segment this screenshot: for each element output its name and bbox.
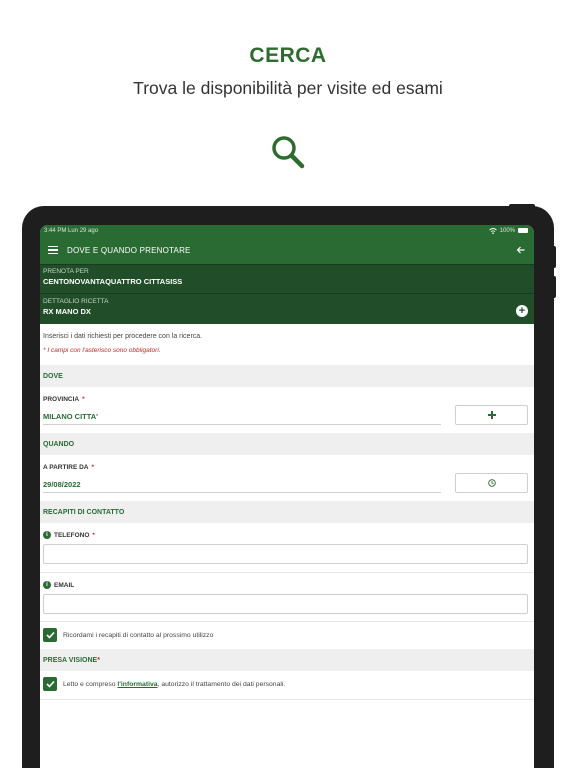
info-icon[interactable]: i [43,531,51,539]
privacy-policy-link[interactable]: l'informativa [117,681,157,688]
checkmark-icon [45,680,55,688]
section-when: QUANDO [40,433,534,455]
phone-label-text: TELEFONO [54,531,90,539]
search-icon [272,136,305,169]
divider [40,699,534,700]
add-province-button[interactable] [455,405,528,425]
battery-icon [518,228,528,233]
section-consent-title: PRESA VISIONE [43,656,98,664]
prescription-value: RX MANO DX [43,307,91,316]
province-field-label: PROVINCIA * [40,396,534,403]
email-label-text: EMAIL [54,581,75,589]
checkmark-icon [45,631,55,639]
wifi-icon [488,227,497,234]
app-bar: DOVE E QUANDO PRENOTARE [40,236,534,264]
consent-checkbox[interactable] [43,677,57,691]
required-mark: * [82,396,85,403]
remember-contacts-checkbox[interactable] [43,628,57,642]
tablet-power-button [509,204,535,208]
email-input[interactable] [43,594,528,614]
booking-for-label: PRENOTA PER [43,268,89,275]
promo-page: CERCA Trova le disponibilità per visite … [0,0,576,768]
intro-text: Inserisci i dati richiesti per procedere… [43,333,203,340]
status-time-date: 3:44 PM Lun 29 ago [44,227,99,234]
booking-for-block: PRENOTA PER CENTONOVANTAQUATTRO CITTASIS… [40,264,534,293]
from-date-field-label: A PARTIRE DA * [40,464,534,471]
phone-input[interactable] [43,544,528,564]
menu-icon[interactable] [48,246,58,254]
consent-text: Letto e compreso l'informativa, autorizz… [63,681,285,688]
prescription-block: DETTAGLIO RICETTA RX MANO DX + [40,293,534,324]
section-contacts: RECAPITI DI CONTATTO [40,501,534,523]
consent-text-after: , autorizzo il trattamento dei dati pers… [157,680,286,688]
from-date-row: 29/08/2022 [40,472,534,493]
promo-subheadline: Trova le disponibilità per visite ed esa… [133,78,443,98]
info-icon[interactable]: i [43,581,51,589]
remember-contacts-label: Ricordami i recapiti di contatto al pros… [63,631,214,639]
required-mark: * [92,531,95,539]
clock-icon [487,479,496,487]
time-picker-button[interactable] [455,473,528,493]
province-select[interactable]: MILANO CITTA' [43,412,441,425]
app-bar-title: DOVE E QUANDO PRENOTARE [67,245,191,255]
back-arrow-icon[interactable] [516,245,526,255]
app-screen: 3:44 PM Lun 29 ago 100% DOVE E QUANDO PR… [40,225,534,768]
from-date-label-text: A PARTIRE DA [43,464,89,471]
section-consent: PRESA VISIONE * [40,649,534,671]
province-row: MILANO CITTA' [40,404,534,425]
required-mark: * [97,656,100,664]
expand-prescription-button[interactable]: + [516,305,528,317]
battery-percentage: 100% [499,227,515,234]
tablet-volume-up-button [552,246,556,268]
tablet-volume-down-button [552,276,556,298]
required-mark: * [91,464,95,471]
phone-field-label: i TELEFONO * [40,531,534,539]
status-bar: 3:44 PM Lun 29 ago 100% [40,225,534,236]
consent-text-before: Letto e compreso [63,680,118,688]
from-date-input[interactable]: 29/08/2022 [43,480,441,493]
section-where: DOVE [40,365,534,387]
email-field-label: i EMAIL [40,581,534,589]
prescription-label: DETTAGLIO RICETTA [43,298,109,305]
province-label-text: PROVINCIA [43,396,80,403]
promo-headline: CERCA [249,44,327,67]
booking-for-value: CENTONOVANTAQUATTRO CITTASISS [43,277,183,286]
consent-row[interactable]: Letto e compreso l'informativa, autorizz… [40,677,534,691]
mandatory-note: * I campi con l'asterisco sono obbligato… [43,347,161,354]
remember-contacts-row[interactable]: Ricordami i recapiti di contatto al pros… [40,628,534,642]
plus-icon [487,411,496,419]
